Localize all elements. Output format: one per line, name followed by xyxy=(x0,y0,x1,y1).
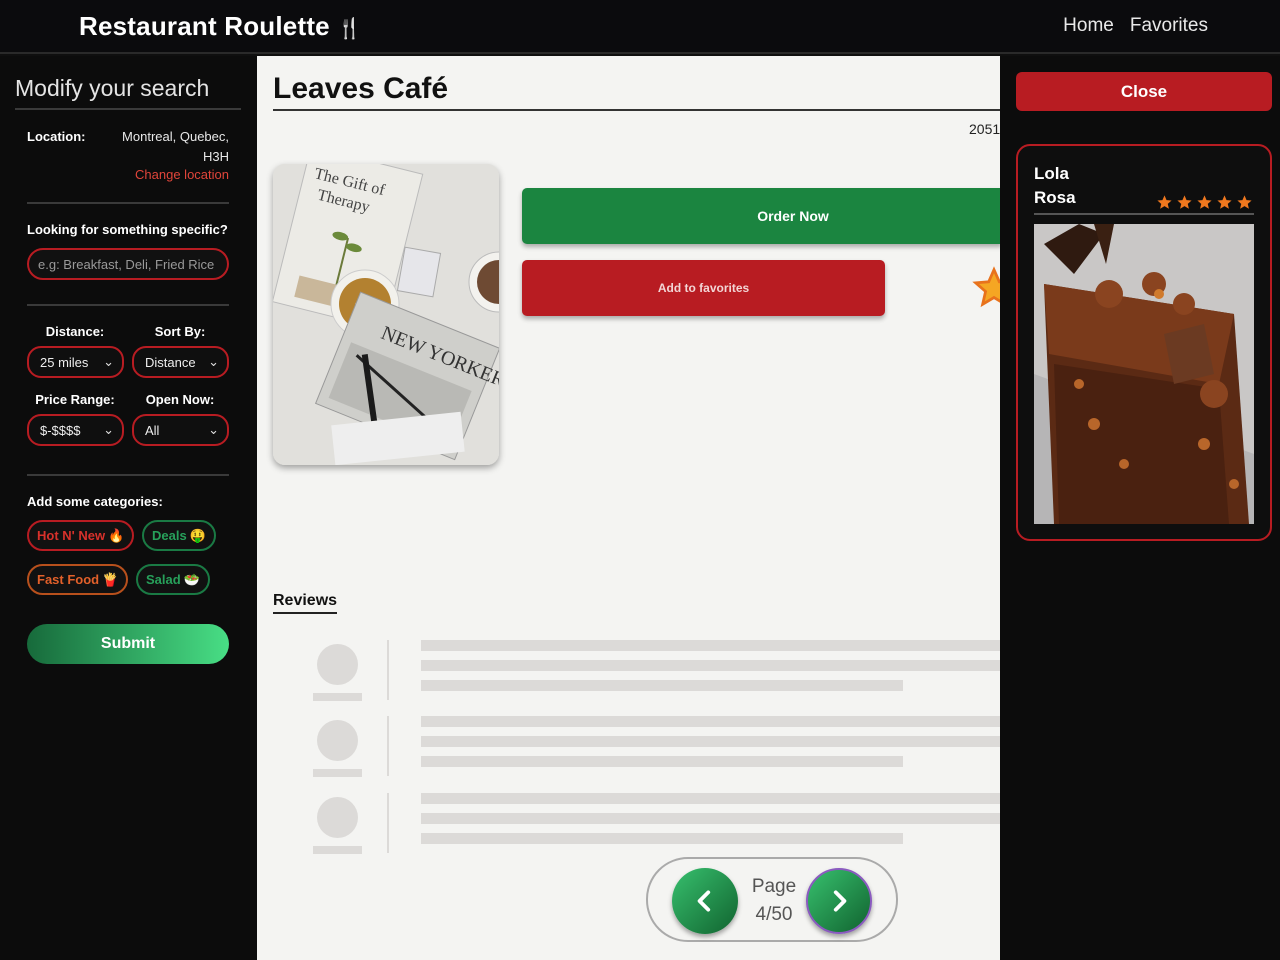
divider xyxy=(27,474,229,476)
category-chip-hot-new[interactable]: Hot N' New 🔥 xyxy=(27,520,135,551)
star-icon xyxy=(1197,195,1212,209)
money-face-icon: 🤑 xyxy=(189,527,206,543)
star-icon xyxy=(1217,195,1232,209)
text-placeholder xyxy=(421,640,1000,651)
restaurant-photo: The Gift of Therapy NEW YORKER xyxy=(273,164,499,465)
search-sidebar: Modify your search Location: Montreal, Q… xyxy=(0,56,257,960)
title-underline xyxy=(273,109,1000,111)
top-navbar: Restaurant Roulette 🍴 Home Favorites xyxy=(0,0,1280,54)
price-select-value: $-$$$$ xyxy=(40,422,81,438)
chip-label: Deals xyxy=(152,528,187,543)
nav-home-link[interactable]: Home xyxy=(1063,15,1114,37)
avatar-placeholder xyxy=(317,644,358,685)
chip-label: Hot N' New xyxy=(37,528,106,543)
specific-label: Looking for something specific? xyxy=(27,222,228,237)
chevron-down-icon: ⌄ xyxy=(103,422,114,437)
chevron-down-icon: ⌄ xyxy=(103,354,114,369)
star-icon xyxy=(1177,195,1192,209)
text-placeholder xyxy=(421,756,903,767)
name-placeholder xyxy=(313,769,362,777)
location-value: Montreal, Quebec, H3H xyxy=(122,129,229,164)
page-indicator: Page 4/50 xyxy=(743,873,805,929)
star-icon xyxy=(1157,195,1172,209)
avatar-placeholder xyxy=(317,720,358,761)
page-label: Page xyxy=(751,876,797,897)
chevron-left-icon xyxy=(697,890,711,912)
divider xyxy=(27,202,229,204)
price-select[interactable]: $-$$$$ ⌄ xyxy=(27,414,124,446)
favorite-star-icon[interactable] xyxy=(972,266,1000,315)
rating-stars xyxy=(1156,194,1253,211)
open-now-select-value: All xyxy=(145,422,160,438)
page-count: 4/50 xyxy=(755,904,793,925)
chip-label: Salad xyxy=(146,572,181,587)
avatar-placeholder xyxy=(317,797,358,838)
fork-knife-icon: 🍴 xyxy=(337,18,363,40)
review-skeleton xyxy=(257,640,1000,704)
distance-select[interactable]: 25 miles ⌄ xyxy=(27,346,124,378)
category-chip-fast-food[interactable]: Fast Food 🍟 xyxy=(27,564,129,595)
name-placeholder xyxy=(313,846,362,854)
open-now-label: Open Now: xyxy=(145,392,215,407)
star-icon xyxy=(1237,195,1252,209)
favorites-panel: Close Lola Rosa xyxy=(1000,56,1280,960)
review-skeleton xyxy=(257,716,1000,780)
distance-select-value: 25 miles xyxy=(40,354,89,370)
order-now-button[interactable]: Order Now xyxy=(522,188,1000,244)
add-to-favorites-button[interactable]: Add to favorites xyxy=(522,260,885,316)
nav-favorites-link[interactable]: Favorites xyxy=(1130,15,1208,37)
divider xyxy=(387,793,389,853)
price-label: Price Range: xyxy=(35,392,115,407)
review-skeleton xyxy=(257,793,1000,857)
text-placeholder xyxy=(421,813,1000,824)
close-panel-button[interactable]: Close xyxy=(1016,72,1272,111)
chevron-right-icon xyxy=(833,890,847,912)
name-placeholder xyxy=(313,693,362,701)
favorite-restaurant-card[interactable]: Lola Rosa xyxy=(1016,144,1272,541)
restaurant-details: Leaves Café 2051 The Gift of Therapy NEW… xyxy=(257,56,1000,960)
sidebar-title: Modify your search xyxy=(15,75,241,110)
location-label: Location: xyxy=(27,129,86,144)
card-divider xyxy=(1034,213,1254,215)
category-chip-salad[interactable]: Salad 🥗 xyxy=(136,564,210,595)
next-page-button[interactable] xyxy=(806,868,872,934)
text-placeholder xyxy=(421,793,1000,804)
restaurant-title: Leaves Café xyxy=(273,72,449,105)
divider xyxy=(387,640,389,700)
brand-title: Restaurant Roulette xyxy=(79,11,330,41)
main-nav: Home Favorites xyxy=(1063,15,1208,37)
category-chip-deals[interactable]: Deals 🤑 xyxy=(142,520,216,551)
submit-button[interactable]: Submit xyxy=(27,624,229,664)
search-input[interactable] xyxy=(27,248,229,280)
fire-icon: 🔥 xyxy=(108,527,125,543)
text-placeholder xyxy=(421,660,1000,671)
divider xyxy=(27,304,229,306)
favorite-restaurant-photo xyxy=(1034,224,1254,524)
open-now-select[interactable]: All ⌄ xyxy=(132,414,229,446)
text-placeholder xyxy=(421,680,903,691)
fries-icon: 🍟 xyxy=(102,571,119,587)
text-placeholder xyxy=(421,833,903,844)
sort-select-value: Distance xyxy=(145,354,196,370)
divider xyxy=(387,716,389,776)
text-placeholder xyxy=(421,716,1000,727)
salad-icon: 🥗 xyxy=(183,571,200,587)
restaurant-address: 2051 xyxy=(969,121,1000,137)
chevron-down-icon: ⌄ xyxy=(208,354,219,369)
sort-select[interactable]: Distance ⌄ xyxy=(132,346,229,378)
sort-label: Sort By: xyxy=(154,324,206,339)
chevron-down-icon: ⌄ xyxy=(208,422,219,437)
distance-label: Distance: xyxy=(45,324,105,339)
text-placeholder xyxy=(421,736,1000,747)
chip-label: Fast Food xyxy=(37,572,100,587)
prev-page-button[interactable] xyxy=(672,868,738,934)
change-location-link[interactable]: Change location xyxy=(100,167,229,182)
favorite-restaurant-name: Lola Rosa xyxy=(1034,164,1076,207)
brand-logo[interactable]: Restaurant Roulette 🍴 xyxy=(79,11,362,42)
categories-label: Add some categories: xyxy=(27,494,163,509)
reviews-heading: Reviews xyxy=(273,592,338,614)
pagination: Page 4/50 xyxy=(646,857,898,942)
